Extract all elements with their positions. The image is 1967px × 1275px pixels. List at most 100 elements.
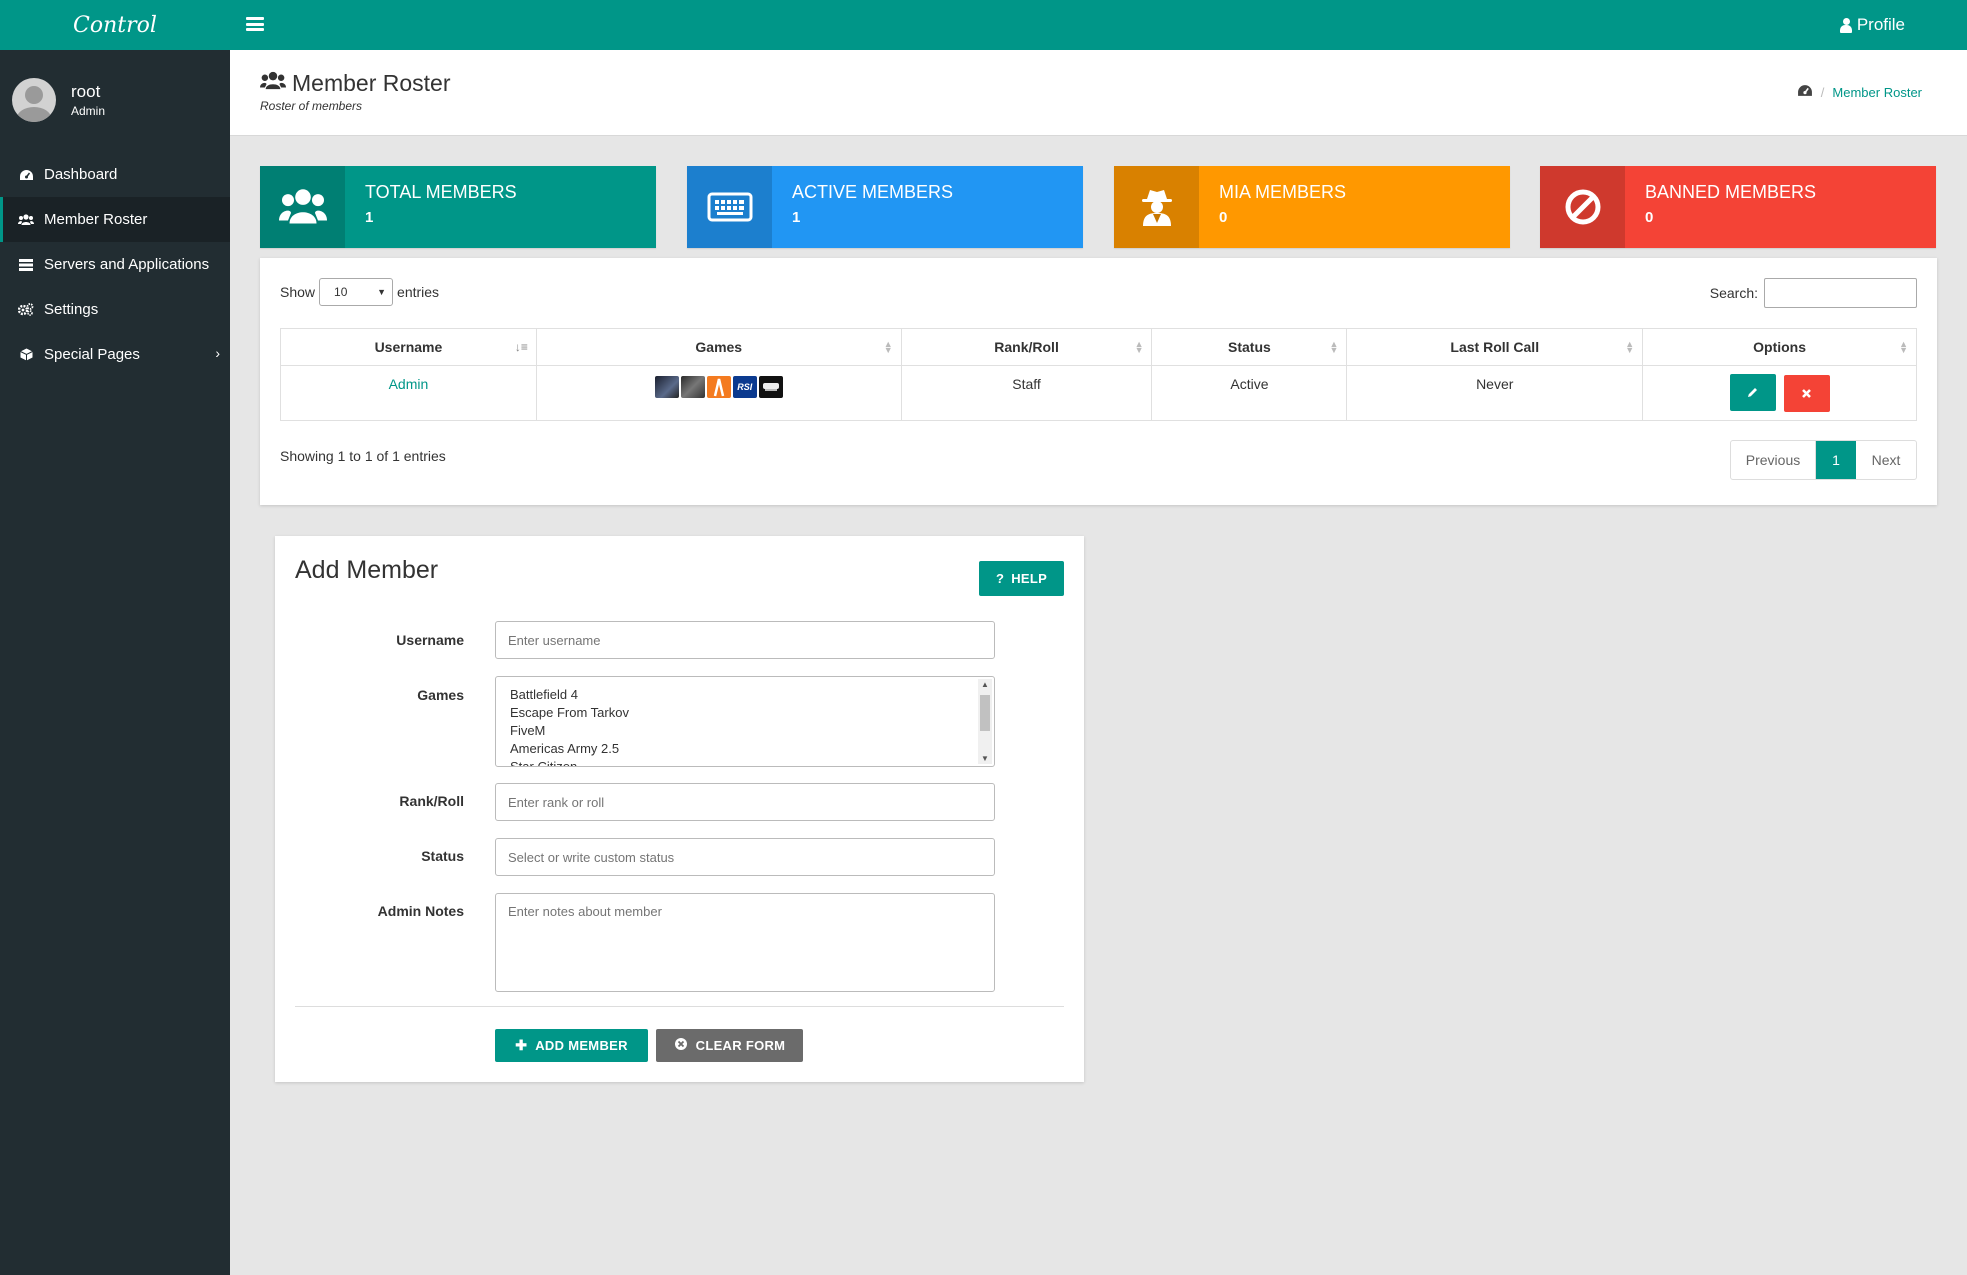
username-field[interactable] (495, 621, 995, 659)
stat-value: 0 (1645, 209, 1654, 226)
chevron-right-icon: › (215, 345, 220, 361)
profile-link[interactable]: Profile (1839, 15, 1905, 35)
admin-notes-label: Admin Notes (377, 903, 464, 919)
page-title: Member Roster (260, 70, 450, 97)
admin-notes-field[interactable] (495, 893, 995, 992)
rank-cell: Staff (900, 365, 1153, 421)
sidebar-item-member-roster[interactable]: Member Roster (0, 197, 230, 242)
stat-mia-members: MIA MEMBERS 0 (1114, 166, 1510, 248)
scroll-up-icon[interactable]: ▲ (981, 680, 989, 689)
table-search: Search: (1710, 278, 1917, 308)
column-header-username[interactable]: Username ↓≡ (280, 328, 537, 366)
column-header-rank[interactable]: Rank/Roll ▲ ▼ (900, 328, 1153, 366)
column-header-label: Options (1753, 339, 1807, 355)
entries-select[interactable]: 10 ▼ (319, 278, 394, 306)
stat-label: ACTIVE MEMBERS (792, 182, 954, 202)
games-icons: RSI (537, 376, 901, 398)
topbar: Profile (230, 0, 1967, 50)
sort-icon: ▲ ▼ (1625, 339, 1635, 355)
status-cell: Active (1151, 365, 1348, 421)
column-header-options[interactable]: Options ▲ ▼ (1642, 328, 1917, 366)
column-header-games[interactable]: Games ▲ ▼ (535, 328, 902, 366)
stat-label: TOTAL MEMBERS (365, 182, 517, 202)
games-option[interactable]: Americas Army 2.5 (496, 740, 994, 758)
add-member-button[interactable]: ✚ ADD MEMBER (495, 1029, 648, 1062)
tarkov-game-icon (680, 376, 705, 398)
help-button[interactable]: ? HELP (979, 561, 1064, 596)
status-field[interactable] (495, 838, 995, 876)
form-divider (295, 1006, 1064, 1007)
search-input[interactable] (1764, 278, 1917, 308)
pagination-next[interactable]: Next (1856, 441, 1916, 479)
avatar (12, 78, 56, 122)
profile-label: Profile (1856, 15, 1905, 34)
sidebar-item-label: Member Roster (44, 211, 148, 228)
sort-icon: ▲ ▼ (1329, 339, 1339, 355)
games-option[interactable]: FiveM (496, 722, 994, 740)
username-label: Username (396, 632, 464, 648)
entries-length: Show 10 ▼ entries (280, 278, 439, 306)
column-header-label: Games (695, 339, 743, 355)
entries-select-value: 10 (334, 285, 348, 299)
question-icon: ? (995, 571, 1005, 586)
edit-button[interactable] (1729, 374, 1776, 411)
gears-icon (18, 303, 34, 317)
sort-icon: ▲ ▼ (1134, 339, 1144, 355)
username-link[interactable]: Admin (389, 376, 429, 392)
pagination-previous[interactable]: Previous (1731, 441, 1816, 479)
user-panel: root Admin (0, 50, 230, 142)
sidebar-item-settings[interactable]: Settings (0, 287, 230, 332)
sort-icon: ▲ ▼ (1899, 339, 1908, 355)
americas-army-game-icon (758, 376, 783, 398)
listbox-scrollbar[interactable]: ▲ ▼ (978, 679, 992, 764)
show-label: Show (280, 284, 316, 300)
user-icon (1839, 17, 1852, 33)
clear-form-button[interactable]: CLEAR FORM (656, 1029, 803, 1062)
help-label: HELP (1011, 571, 1048, 586)
pagination-page-1[interactable]: 1 (1816, 441, 1856, 479)
users-icon (260, 166, 345, 248)
brand-logo[interactable]: Control (0, 0, 230, 50)
stat-value: 1 (365, 209, 374, 226)
stat-total-members: TOTAL MEMBERS 1 (260, 166, 656, 248)
stat-value: 1 (792, 209, 801, 226)
dashboard-icon[interactable] (1797, 84, 1813, 101)
menu-toggle-icon[interactable] (246, 17, 264, 31)
sidebar-item-label: Servers and Applications (44, 256, 210, 273)
sidebar-item-dashboard[interactable]: Dashboard (0, 152, 230, 197)
breadcrumb-current[interactable]: Member Roster (1832, 85, 1922, 100)
page-subtitle: Roster of members (260, 99, 363, 113)
status-label: Status (421, 848, 464, 864)
games-option[interactable]: Battlefield 4 (496, 686, 994, 704)
sidebar-item-label: Settings (44, 301, 99, 318)
pencil-icon (1748, 388, 1758, 397)
table-row: Admin RSI Staff Active Never (280, 365, 1917, 421)
column-header-last-roll-call[interactable]: Last Roll Call ▲ ▼ (1346, 328, 1644, 366)
keyboard-icon (687, 166, 772, 248)
column-header-status[interactable]: Status ▲ ▼ (1151, 328, 1348, 366)
last-roll-call-cell: Never (1346, 365, 1644, 421)
scroll-down-icon[interactable]: ▼ (981, 754, 989, 763)
rank-label: Rank/Roll (399, 793, 464, 809)
scrollbar-thumb[interactable] (980, 695, 990, 731)
times-circle-icon (674, 1037, 688, 1054)
rank-field[interactable] (495, 783, 995, 821)
add-member-panel: Add Member ? HELP Username Games Battlef… (275, 536, 1084, 1082)
games-option[interactable]: Star Citizen (496, 758, 994, 766)
column-header-label: Status (1228, 339, 1271, 355)
sidebar-nav: Dashboard Member Roster Servers and Appl… (0, 152, 230, 377)
games-option[interactable]: Escape From Tarkov (496, 704, 994, 722)
users-icon (18, 213, 34, 227)
delete-button[interactable] (1783, 375, 1830, 412)
breadcrumb: / Member Roster (1797, 84, 1922, 101)
stat-active-members: ACTIVE MEMBERS 1 (687, 166, 1083, 248)
games-listbox[interactable]: Battlefield 4 Escape From Tarkov FiveM A… (495, 676, 995, 767)
spy-icon (1114, 166, 1199, 248)
user-role: Admin (71, 104, 106, 118)
dashboard-icon (18, 168, 34, 182)
entries-label: entries (397, 284, 440, 300)
sidebar-item-servers[interactable]: Servers and Applications (0, 242, 230, 287)
sidebar-item-special-pages[interactable]: Special Pages › (0, 332, 230, 377)
users-icon (260, 71, 286, 97)
page-title-text: Member Roster (292, 70, 451, 96)
